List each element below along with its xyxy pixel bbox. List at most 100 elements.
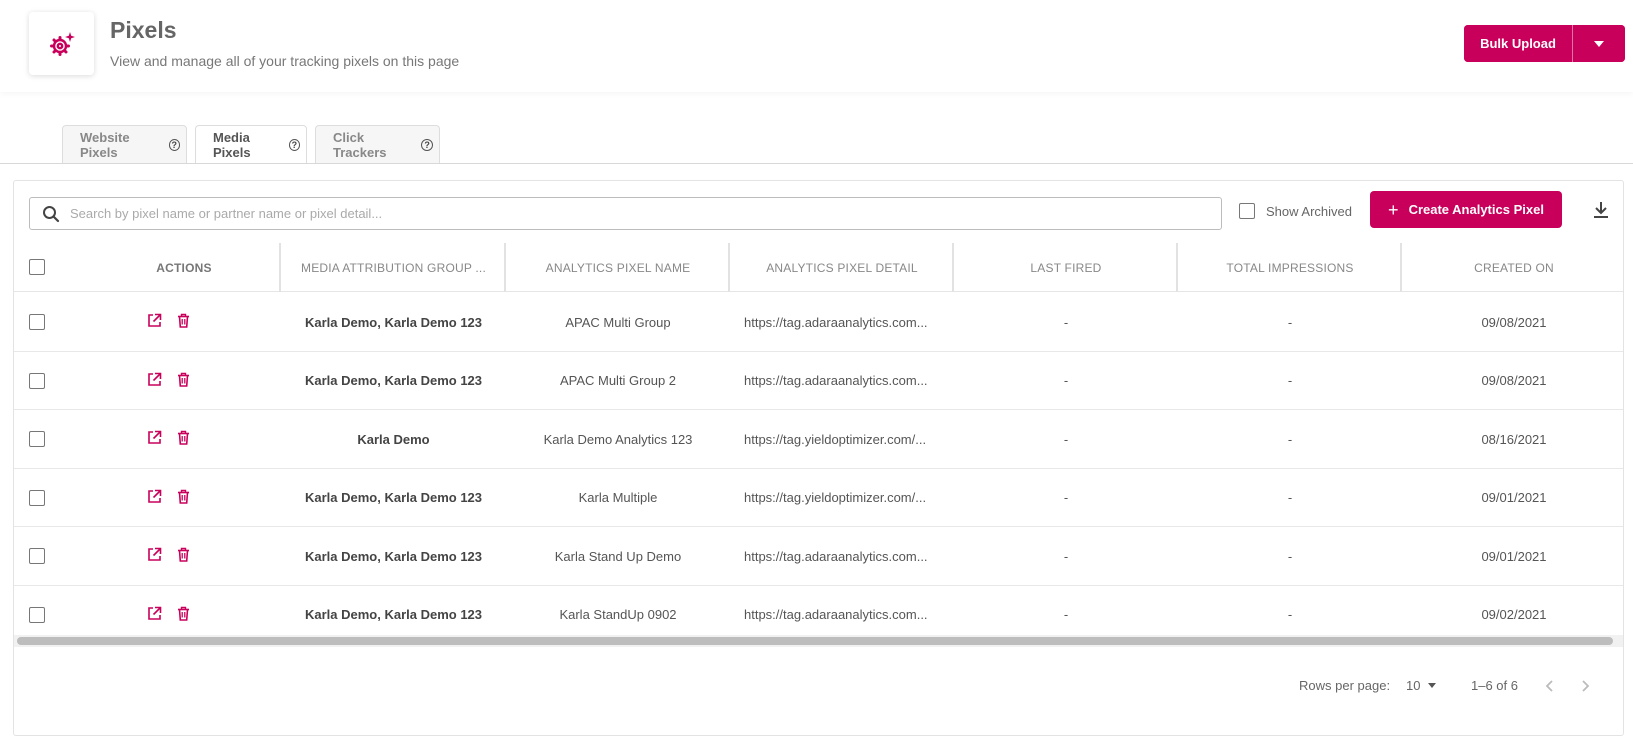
search-input[interactable] (70, 206, 1170, 221)
create-analytics-pixel-button[interactable]: + Create Analytics Pixel (1370, 191, 1562, 228)
pagination: Rows per page: 10 1–6 of 6 (14, 676, 1623, 698)
edit-icon[interactable] (147, 372, 162, 387)
header-analytics-pixel-name[interactable]: ANALYTICS PIXEL NAME (506, 243, 730, 292)
delete-icon[interactable] (176, 606, 191, 621)
cell-group: Karla Demo, Karla Demo 123 (304, 373, 483, 388)
tab-click-trackers[interactable]: Click Trackers ? (315, 125, 440, 164)
delete-icon[interactable] (176, 372, 191, 387)
row-checkbox[interactable] (29, 606, 45, 623)
pixels-table-card: Show Archived + Create Analytics Pixel A… (13, 180, 1624, 736)
cell-impressions: - (1287, 490, 1293, 505)
cell-impressions: - (1287, 548, 1293, 564)
show-archived-label: Show Archived (1266, 203, 1352, 219)
cell-detail: https://tag.yieldoptimizer.com/... (744, 431, 927, 447)
edit-icon[interactable] (147, 606, 162, 621)
cell-group: Karla Demo, Karla Demo 123 (304, 314, 483, 330)
edit-icon[interactable] (147, 313, 162, 328)
row-checkbox[interactable] (29, 489, 45, 506)
row-checkbox[interactable] (29, 548, 45, 564)
table-row: Karla Demo, Karla Demo 123 Karla Multipl… (14, 469, 1623, 527)
cell-last-fired: - (1063, 548, 1069, 564)
table-row: Karla Demo, Karla Demo 123 APAC Multi Gr… (14, 293, 1623, 352)
edit-icon[interactable] (147, 547, 162, 562)
help-icon[interactable]: ? (168, 139, 180, 151)
rows-per-page-select[interactable]: 10 (1406, 678, 1437, 693)
cell-name: APAC Multi Group 2 (559, 373, 677, 388)
page-title: Pixels (110, 17, 177, 43)
row-actions (147, 430, 191, 445)
row-checkbox[interactable] (29, 431, 45, 447)
row-actions (147, 489, 191, 504)
cell-created-on: 09/08/2021 (1481, 314, 1547, 330)
select-all-checkbox[interactable] (29, 259, 45, 275)
cell-created-on: 09/01/2021 (1481, 548, 1547, 564)
cell-name: Karla Stand Up Demo (554, 548, 682, 564)
tab-website-pixels[interactable]: Website Pixels ? (62, 125, 187, 164)
edit-icon[interactable] (147, 489, 162, 504)
header-total-impressions[interactable]: TOTAL IMPRESSIONS (1178, 243, 1402, 292)
cell-last-fired: - (1063, 490, 1069, 505)
row-actions (147, 372, 191, 387)
next-page-icon[interactable] (1577, 678, 1593, 694)
pixel-tabs: Website Pixels ? Media Pixels ? Click Tr… (62, 125, 440, 164)
cell-created-on: 09/08/2021 (1481, 373, 1547, 388)
help-icon[interactable]: ? (421, 139, 433, 151)
bulk-upload-split-button: Bulk Upload (1464, 25, 1625, 62)
tab-label: Website Pixels (80, 130, 130, 160)
horizontal-scrollbar-thumb[interactable] (17, 637, 1613, 645)
edit-icon[interactable] (147, 430, 162, 445)
bulk-upload-menu-button[interactable] (1573, 25, 1625, 62)
delete-icon[interactable] (176, 489, 191, 504)
cell-impressions: - (1287, 314, 1293, 330)
header-last-fired[interactable]: LAST FIRED (954, 243, 1178, 292)
search-icon (42, 204, 62, 224)
table-body: Karla Demo, Karla Demo 123 APAC Multi Gr… (14, 293, 1623, 644)
show-archived-checkbox[interactable] (1239, 203, 1255, 219)
table-row: Karla Demo, Karla Demo 123 Karla Stand U… (14, 527, 1623, 586)
cell-last-fired: - (1063, 314, 1069, 330)
rows-per-page-value: 10 (1406, 678, 1421, 693)
cell-created-on: 09/01/2021 (1481, 490, 1547, 505)
header-media-attribution-group[interactable]: MEDIA ATTRIBUTION GROUP ... (281, 243, 506, 292)
table-row: Karla Demo, Karla Demo 123 APAC Multi Gr… (14, 352, 1623, 410)
table-header: ACTIONS MEDIA ATTRIBUTION GROUP ... ANAL… (14, 243, 1624, 292)
cell-detail: https://tag.adaraanalytics.com... (744, 314, 928, 330)
cell-detail: https://tag.yieldoptimizer.com/... (744, 490, 927, 505)
show-archived-toggle[interactable]: Show Archived (1239, 203, 1352, 219)
rows-per-page-label: Rows per page: (1299, 678, 1391, 693)
header-analytics-pixel-detail[interactable]: ANALYTICS PIXEL DETAIL (730, 243, 954, 292)
column-separator (1623, 243, 1624, 292)
delete-icon[interactable] (176, 547, 191, 562)
cell-last-fired: - (1063, 373, 1069, 388)
page-header: Pixels View and manage all of your track… (0, 0, 1633, 92)
header-created-on[interactable]: CREATED ON (1402, 243, 1623, 292)
cell-group: Karla Demo, Karla Demo 123 (304, 548, 483, 564)
row-actions (147, 313, 191, 328)
caret-down-icon (1428, 683, 1437, 688)
cell-last-fired: - (1063, 431, 1069, 447)
help-icon[interactable]: ? (288, 139, 300, 151)
header-actions: ACTIONS (156, 260, 212, 275)
delete-icon[interactable] (176, 313, 191, 328)
tab-media-pixels[interactable]: Media Pixels ? (195, 125, 307, 164)
create-button-label: Create Analytics Pixel (1408, 202, 1544, 217)
cell-name: APAC Multi Group (565, 314, 671, 330)
delete-icon[interactable] (176, 430, 191, 445)
row-checkbox[interactable] (29, 314, 45, 330)
cell-detail: https://tag.adaraanalytics.com... (744, 373, 928, 388)
cell-name: Karla Multiple (578, 490, 658, 505)
cell-name: Karla Demo Analytics 123 (543, 431, 693, 447)
tab-label: Media Pixels (213, 130, 251, 160)
cell-created-on: 08/16/2021 (1481, 431, 1547, 447)
horizontal-scrollbar[interactable] (14, 635, 1623, 647)
tab-label: Click Trackers (333, 130, 387, 160)
row-checkbox[interactable] (29, 372, 45, 389)
previous-page-icon[interactable] (1542, 678, 1558, 694)
cell-impressions: - (1287, 431, 1293, 447)
plus-icon: + (1388, 199, 1399, 220)
bulk-upload-button[interactable]: Bulk Upload (1464, 25, 1572, 62)
search-box (29, 197, 1222, 230)
gear-sparkle-icon (29, 12, 94, 75)
cell-detail: https://tag.adaraanalytics.com... (744, 548, 928, 564)
download-icon[interactable] (1592, 200, 1610, 220)
